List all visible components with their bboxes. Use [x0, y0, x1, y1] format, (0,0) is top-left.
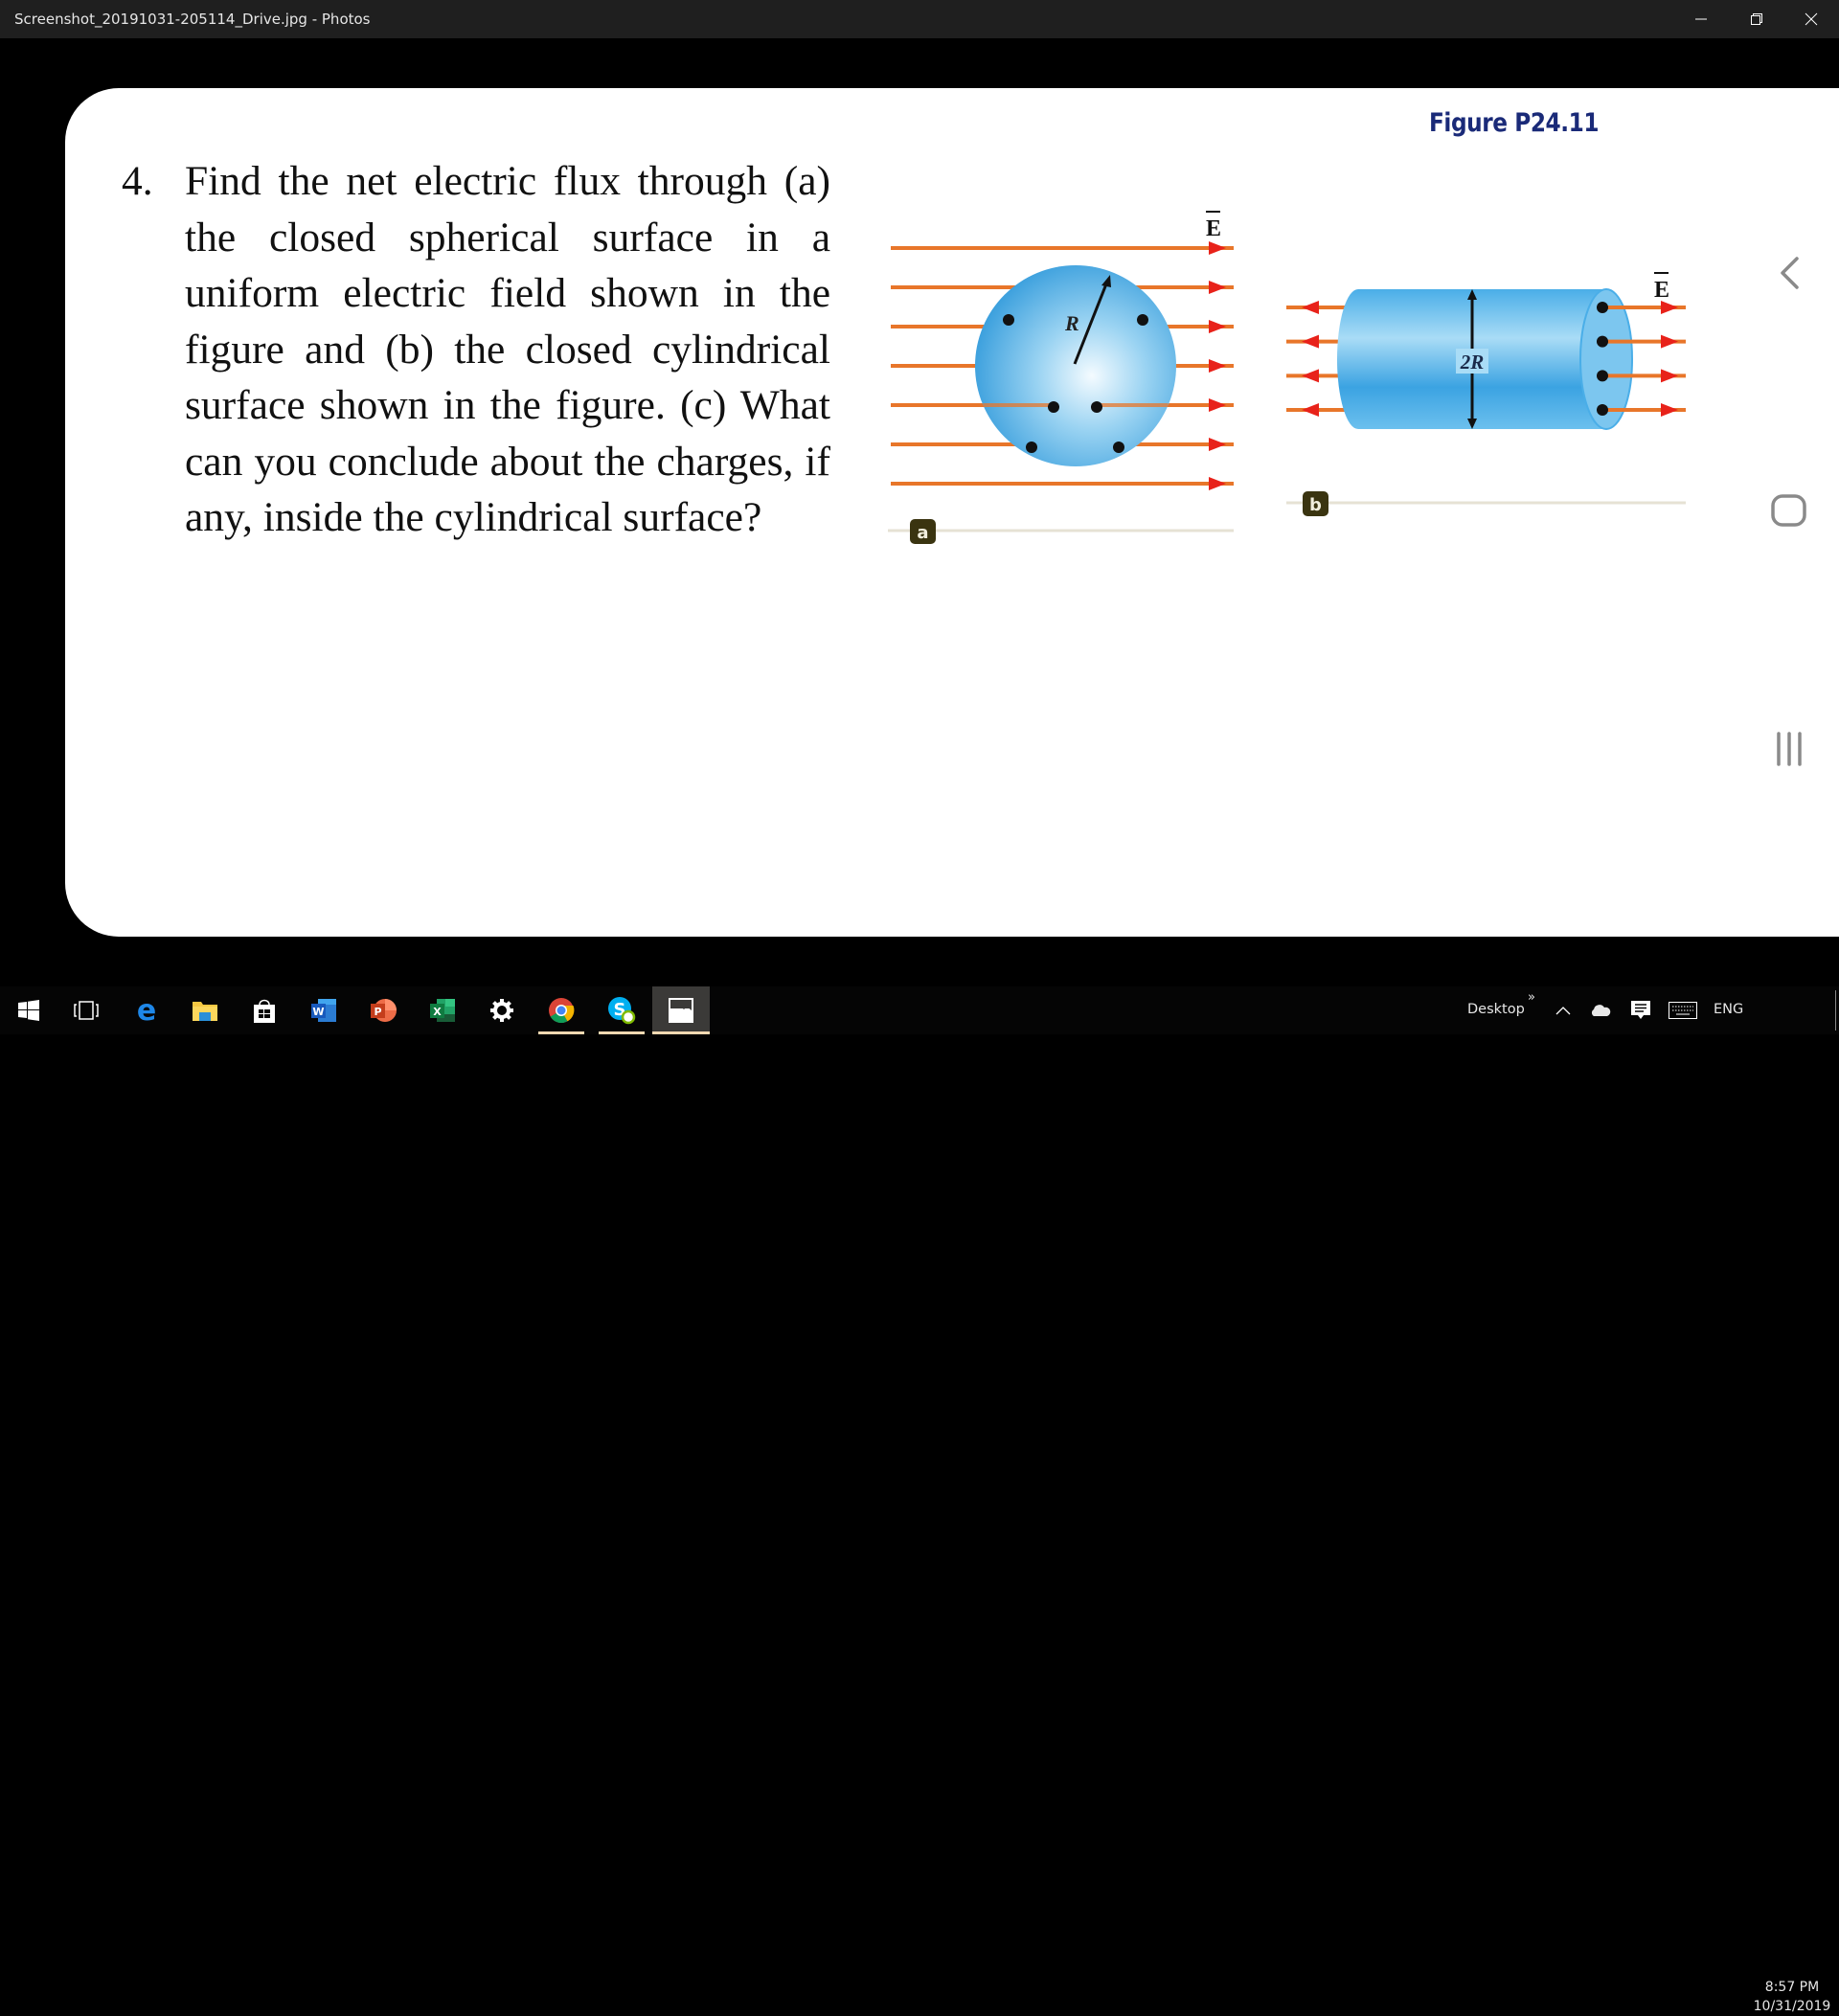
language-indicator[interactable]: ENG [1714, 1002, 1743, 1017]
field-arrowhead [1302, 403, 1319, 417]
start-button[interactable] [0, 986, 57, 1034]
charge-dot [1597, 370, 1608, 382]
task-view-icon [74, 1001, 99, 1020]
field-arrowhead [1209, 359, 1226, 373]
field-arrowhead [1209, 438, 1226, 451]
back-button[interactable] [1768, 252, 1810, 294]
home-icon [1771, 494, 1806, 527]
field-arrowhead [1302, 334, 1319, 349]
windows-logo-icon [18, 1000, 39, 1021]
show-desktop-button[interactable] [1835, 990, 1836, 1031]
taskbar-powerpoint[interactable]: P [354, 986, 412, 1034]
charge-dot [1113, 442, 1124, 453]
charge-dot [1597, 404, 1608, 416]
taskbar-chrome[interactable] [533, 986, 590, 1034]
taskbar-edge[interactable]: e [118, 986, 175, 1034]
clock-time: 8:57 PM [1764, 1980, 1820, 1995]
charge-dot [1003, 314, 1014, 326]
field-label-b: E [1654, 278, 1669, 303]
chrome-icon [549, 998, 575, 1024]
field-arrowhead [1209, 398, 1226, 412]
folder-icon [193, 1002, 217, 1021]
figure-a: R E a [888, 211, 1234, 544]
store-icon [254, 999, 275, 1023]
taskbar-store[interactable] [236, 986, 293, 1034]
field-arrowhead [1302, 301, 1319, 314]
field-arrowhead [1661, 369, 1678, 383]
excel-icon: X [430, 999, 455, 1022]
taskbar-skype[interactable]: S [593, 986, 650, 1034]
word-icon: W [311, 999, 336, 1022]
onedrive-icon [1591, 1005, 1611, 1016]
notification-icon [1631, 1001, 1650, 1019]
taskbar-settings[interactable] [473, 986, 531, 1034]
charge-dot [1597, 335, 1608, 348]
skype-icon: S [608, 997, 636, 1025]
charge-dot [1597, 302, 1608, 313]
svg-text:W: W [312, 1006, 324, 1018]
svg-text:X: X [433, 1006, 442, 1018]
spherical-surface [975, 265, 1176, 466]
figure-b-label: b [1309, 495, 1322, 515]
taskbar-photos[interactable] [652, 986, 710, 1034]
taskbar: e W P X S Desktop » ENG 8:57 PM 10/31/20… [0, 986, 1839, 2014]
field-arrowhead [1209, 320, 1226, 333]
touch-keyboard-button[interactable] [1665, 986, 1701, 1034]
field-arrowhead [1209, 281, 1226, 294]
charge-dot [1026, 442, 1037, 453]
taskbar-file-explorer[interactable] [176, 986, 234, 1034]
figure-diagram: R E a 2R E b [888, 211, 1686, 544]
chevron-up-icon [1555, 1007, 1571, 1015]
photos-icon [669, 998, 693, 1023]
toolbar-overflow-button[interactable]: » [1528, 990, 1535, 1005]
show-hidden-icons-button[interactable] [1548, 986, 1578, 1034]
field-arrowhead [1302, 369, 1319, 383]
recents-icon [1777, 732, 1802, 766]
field-arrowhead [1661, 403, 1678, 417]
taskbar-excel[interactable]: X [414, 986, 471, 1034]
taskbar-word[interactable]: W [295, 986, 352, 1034]
recents-button[interactable] [1768, 728, 1810, 770]
svg-text:e: e [137, 997, 156, 1024]
radius-label: R [1064, 311, 1079, 335]
gear-icon [490, 999, 513, 1022]
back-icon [1781, 257, 1799, 289]
field-arrowhead [1209, 477, 1226, 490]
notification-button[interactable] [1624, 986, 1657, 1034]
field-arrowhead [1209, 241, 1226, 255]
desktop-toolbar-label[interactable]: Desktop [1467, 1002, 1525, 1017]
home-button[interactable] [1768, 489, 1810, 532]
edge-icon: e [137, 997, 156, 1024]
charge-dot [1137, 314, 1148, 326]
clock[interactable]: 8:57 PM 10/31/2019 [1751, 1978, 1833, 2016]
diameter-label: 2R [1460, 351, 1485, 374]
figure-b: 2R E b [1286, 272, 1686, 516]
charge-dot [1048, 401, 1059, 413]
svg-text:P: P [374, 1006, 381, 1018]
charge-dot [1091, 401, 1102, 413]
task-view-button[interactable] [57, 986, 115, 1034]
onedrive-button[interactable] [1584, 986, 1617, 1034]
field-arrowhead [1661, 301, 1678, 314]
field-arrowhead [1661, 334, 1678, 349]
figure-a-label: a [917, 523, 928, 543]
powerpoint-icon: P [371, 999, 397, 1022]
clock-date: 10/31/2019 [1753, 1999, 1831, 2014]
keyboard-icon [1669, 1002, 1697, 1019]
field-label-a: E [1206, 216, 1221, 241]
